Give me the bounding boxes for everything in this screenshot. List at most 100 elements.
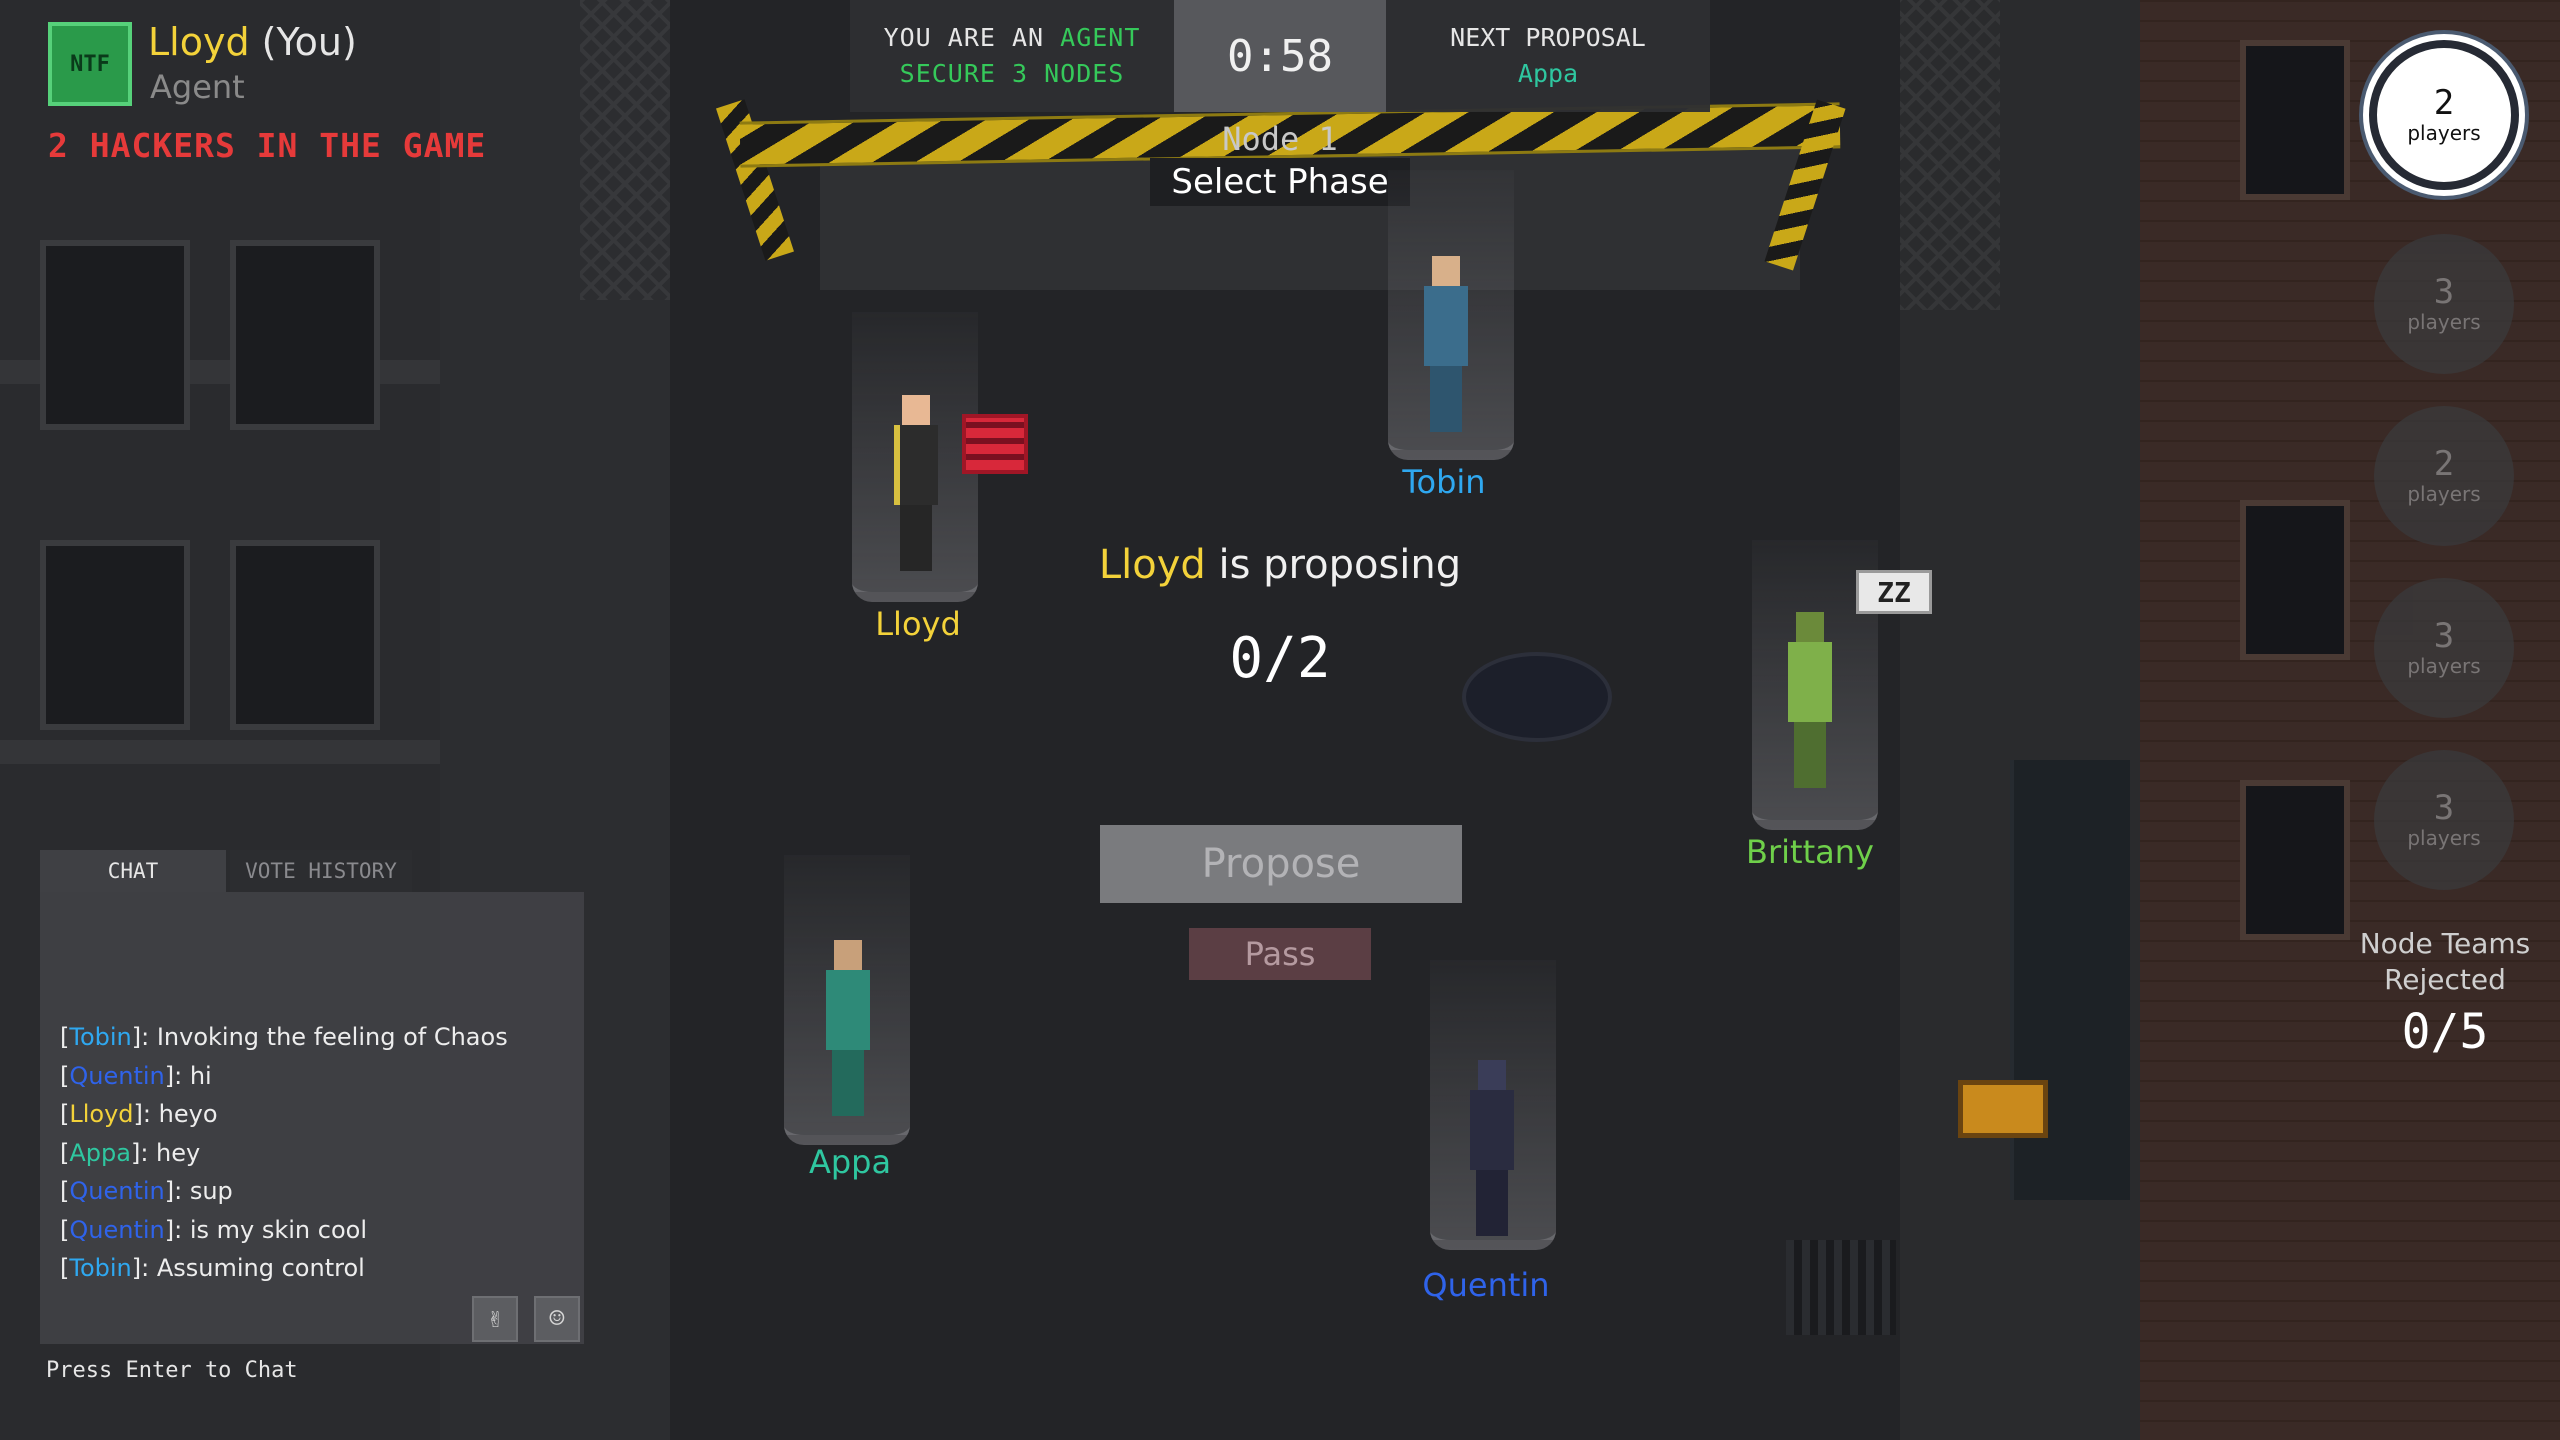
chat-message: [Quentin]: sup bbox=[60, 1177, 233, 1205]
round-size: 2 bbox=[2433, 444, 2455, 484]
tab-chat[interactable]: CHAT bbox=[40, 850, 226, 892]
round-label: players bbox=[2407, 654, 2481, 678]
gesture-icon[interactable]: ✌ bbox=[472, 1296, 518, 1342]
sprite-head bbox=[834, 940, 862, 970]
round-1-indicator: 2 players bbox=[2369, 40, 2519, 190]
street-lamp-box bbox=[1958, 1080, 2048, 1138]
sprite-legs bbox=[832, 1050, 864, 1116]
role-line: YOU ARE AN AGENT bbox=[884, 20, 1141, 56]
sprite-body bbox=[1424, 286, 1468, 366]
rejected-label: Node Teams Rejected bbox=[2350, 926, 2540, 998]
building-ledge bbox=[0, 740, 440, 764]
sprite-body bbox=[1788, 642, 1832, 722]
sprite-legs bbox=[1430, 366, 1462, 432]
character-name: Quentin bbox=[1422, 1266, 1550, 1304]
role-panel: YOU ARE AN AGENT SECURE 3 NODES bbox=[850, 0, 1174, 112]
character-name: Lloyd bbox=[875, 605, 961, 643]
sprite-head bbox=[1796, 612, 1824, 642]
sprite-head bbox=[902, 395, 930, 425]
chat-message: [Quentin]: is my skin cool bbox=[60, 1215, 367, 1244]
rejected-count: 0/5 bbox=[2401, 1004, 2489, 1060]
chat-message: [Tobin]: Assuming control bbox=[60, 1254, 365, 1282]
player-role: Agent bbox=[150, 68, 245, 106]
building-window bbox=[2240, 780, 2350, 940]
chat-text: : hey bbox=[140, 1138, 201, 1167]
proposing-text: is proposing bbox=[1205, 542, 1462, 588]
round-label: players bbox=[2407, 482, 2481, 506]
chat-hint: Press Enter to Chat bbox=[46, 1358, 298, 1383]
round-2-indicator: 3 players bbox=[2374, 234, 2514, 374]
chat-user: Tobin bbox=[69, 1023, 132, 1051]
selected-count: 0/2 bbox=[1229, 626, 1331, 691]
character-name: Brittany bbox=[1746, 833, 1874, 871]
chat-messages: [Tobin]: Invoking the feeling of Chaos [… bbox=[60, 1018, 580, 1288]
rejected-label-line2: Rejected bbox=[2384, 963, 2506, 996]
appa-sprite bbox=[820, 940, 876, 1120]
sprite-body bbox=[826, 970, 870, 1050]
chat-message: [Lloyd]: heyo bbox=[60, 1100, 218, 1128]
quentin-sprite bbox=[1464, 1060, 1520, 1240]
round-label: players bbox=[2407, 826, 2481, 850]
chat-message: [Tobin]: Invoking the feeling of Chaos bbox=[60, 1023, 508, 1051]
tobin-sprite bbox=[1418, 256, 1474, 436]
sprite-head bbox=[1478, 1060, 1506, 1090]
chain-fence bbox=[580, 0, 670, 300]
sprite-legs bbox=[1476, 1170, 1508, 1236]
game-scene: YOU ARE AN AGENT SECURE 3 NODES 0:58 NEX… bbox=[0, 0, 2560, 1440]
propose-button[interactable]: Propose bbox=[1100, 825, 1462, 903]
node-title: Node 1 bbox=[1222, 120, 1338, 158]
chat-text: : hi bbox=[174, 1061, 212, 1090]
chat-user: Quentin bbox=[69, 1177, 165, 1205]
chat-text: : sup bbox=[174, 1177, 233, 1205]
round-3-indicator: 2 players bbox=[2374, 406, 2514, 546]
proposing-status: Lloyd is proposing bbox=[980, 542, 1580, 588]
selected-marker-icon bbox=[962, 414, 1028, 474]
chat-user: Appa bbox=[69, 1138, 131, 1167]
character-name: Tobin bbox=[1402, 463, 1486, 501]
chat-user: Quentin bbox=[69, 1061, 165, 1090]
turn-timer: 0:58 bbox=[1174, 0, 1386, 112]
next-proposal-panel: NEXT PROPOSAL Appa bbox=[1386, 0, 1710, 112]
chat-text: : is my skin cool bbox=[174, 1215, 367, 1244]
next-proposal-player: Appa bbox=[1517, 59, 1579, 88]
round-label: players bbox=[2407, 310, 2481, 334]
manhole-cover bbox=[1462, 652, 1612, 742]
chat-text: : heyo bbox=[142, 1100, 218, 1128]
objective: SECURE 3 NODES bbox=[899, 59, 1125, 88]
sleep-bubble: ZZ bbox=[1856, 570, 1932, 614]
player-name: Lloyd (You) bbox=[148, 20, 357, 64]
role-name: AGENT bbox=[1060, 23, 1141, 52]
round-size: 2 bbox=[2433, 83, 2455, 123]
sprite-head bbox=[1432, 256, 1460, 286]
round-5-indicator: 3 players bbox=[2374, 750, 2514, 890]
emoji-icon[interactable]: ☺ bbox=[534, 1296, 580, 1342]
building-window bbox=[230, 540, 380, 730]
sprite-body bbox=[894, 425, 938, 505]
player-name-text: Lloyd bbox=[148, 20, 250, 64]
storm-drain bbox=[1786, 1240, 1896, 1335]
chat-text: : Invoking the feeling of Chaos bbox=[141, 1023, 508, 1051]
character-name: Appa bbox=[808, 1143, 892, 1181]
pass-button[interactable]: Pass bbox=[1189, 928, 1371, 980]
sprite-body bbox=[1470, 1090, 1514, 1170]
you-tag: (You) bbox=[249, 20, 357, 64]
round-label: players bbox=[2407, 121, 2481, 145]
tab-vote-history[interactable]: VOTE HISTORY bbox=[230, 850, 412, 892]
proposer-name: Lloyd bbox=[1098, 542, 1206, 588]
building-window bbox=[2240, 40, 2350, 200]
phase-banner: Select Phase bbox=[1150, 158, 1410, 206]
round-size: 3 bbox=[2433, 788, 2455, 828]
hackers-count-notice: 2 HACKERS IN THE GAME bbox=[48, 126, 487, 165]
building-window bbox=[40, 540, 190, 730]
rejected-label-line1: Node Teams bbox=[2359, 927, 2531, 960]
chat-panel: [Tobin]: Invoking the feeling of Chaos [… bbox=[40, 892, 584, 1344]
round-size: 3 bbox=[2433, 616, 2455, 656]
sprite-legs bbox=[900, 505, 932, 571]
chat-user: Lloyd bbox=[69, 1100, 134, 1128]
building-window bbox=[40, 240, 190, 430]
building-window bbox=[230, 240, 380, 430]
brittany-sprite bbox=[1782, 612, 1838, 792]
round-size: 3 bbox=[2433, 272, 2455, 312]
chat-user: Quentin bbox=[69, 1215, 165, 1244]
chat-message: [Quentin]: hi bbox=[60, 1061, 212, 1090]
